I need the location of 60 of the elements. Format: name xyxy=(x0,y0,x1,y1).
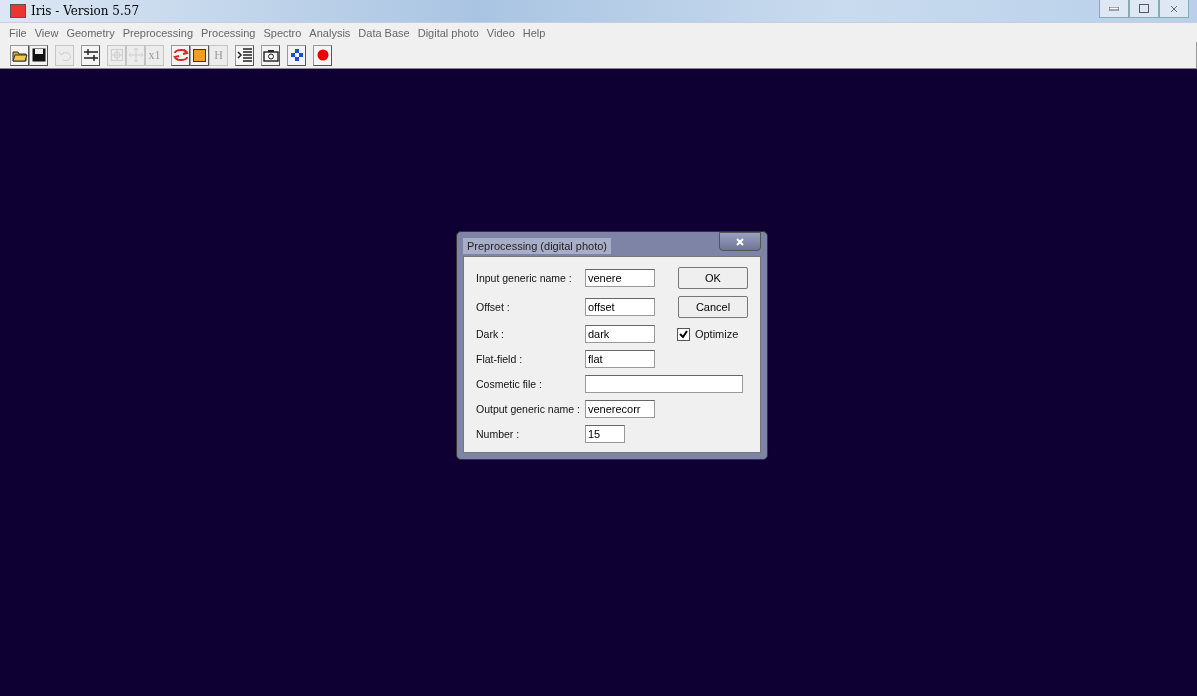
input-field[interactable]: flat xyxy=(584,350,655,368)
sliders-icon xyxy=(82,48,99,62)
list-icon xyxy=(236,48,253,62)
checkmark-icon xyxy=(678,329,688,339)
undo-arrow-icon xyxy=(57,49,72,61)
toolbar-button[interactable] xyxy=(10,44,29,66)
close-button[interactable] xyxy=(1159,0,1189,18)
menu-item[interactable]: Spectro xyxy=(259,26,306,39)
menu-item[interactable]: Data Base xyxy=(354,26,414,39)
window-title: Iris - Version 5.57 xyxy=(31,4,140,18)
input-field[interactable]: dark xyxy=(584,325,655,343)
close-button[interactable] xyxy=(719,232,761,251)
dialog-title: Preprocessing (digital photo) xyxy=(463,238,612,254)
toolbar-button[interactable] xyxy=(313,44,332,66)
menu-item[interactable]: Preprocessing xyxy=(118,26,197,39)
maximize-button[interactable] xyxy=(1129,0,1159,18)
input-field[interactable]: venere xyxy=(584,269,655,287)
field-label: Offset : xyxy=(476,301,511,313)
field-label: Dark : xyxy=(476,328,505,340)
menu-item[interactable]: View xyxy=(30,26,63,39)
app-icon xyxy=(10,4,26,18)
square-icon xyxy=(193,48,206,62)
toolbar-button[interactable] xyxy=(29,44,48,66)
close-icon xyxy=(736,237,744,246)
toolbar-button[interactable] xyxy=(261,44,280,66)
input-field[interactable]: offset xyxy=(584,298,655,316)
menu-item[interactable]: Video xyxy=(482,26,519,39)
checkbox-label: Optimize xyxy=(694,328,739,340)
menu-item[interactable]: Processing xyxy=(197,26,260,39)
input-field[interactable]: venerecorr xyxy=(584,400,655,418)
toolbar-button[interactable] xyxy=(81,44,100,66)
toolbar-button[interactable] xyxy=(171,44,190,66)
move-arrows-icon xyxy=(128,48,143,62)
folder-icon xyxy=(11,48,28,62)
menu-item[interactable]: Help xyxy=(518,26,550,39)
field-label: Number : xyxy=(476,428,521,440)
toolbar-button[interactable] xyxy=(287,44,306,66)
swirl-arrow-icon xyxy=(172,48,189,62)
field-label: Flat-field : xyxy=(476,353,524,365)
checkbox[interactable] xyxy=(676,327,690,341)
diamond-dots-icon xyxy=(290,49,303,61)
menu-item[interactable]: Analysis xyxy=(305,26,355,39)
camera-icon xyxy=(262,48,279,62)
toolbar-button[interactable] xyxy=(235,44,254,66)
crosshair-icon xyxy=(109,48,124,62)
toolbar-button[interactable] xyxy=(190,44,209,66)
close-icon xyxy=(1170,4,1178,13)
menu-item[interactable]: Digital photo xyxy=(413,26,483,39)
ok-button[interactable]: OK xyxy=(678,267,748,289)
menu-item[interactable]: File xyxy=(5,26,31,39)
menu-item[interactable]: Geometry xyxy=(62,26,119,39)
minimize-icon xyxy=(1109,6,1119,11)
field-label: Cosmetic file : xyxy=(476,378,543,390)
field-label: Output generic name : xyxy=(476,403,580,415)
field-label: Input generic name : xyxy=(476,272,573,284)
maximize-icon xyxy=(1139,4,1149,13)
input-field[interactable]: 15 xyxy=(584,425,625,443)
cancel-button[interactable]: Cancel xyxy=(678,296,748,318)
record-dot-icon xyxy=(316,49,329,61)
input-field[interactable] xyxy=(584,375,743,393)
